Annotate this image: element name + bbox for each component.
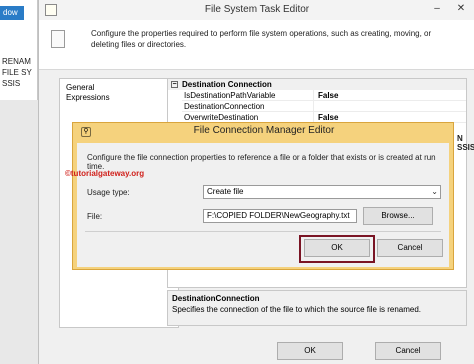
background-window: dow RENAM FILE SY SSIS (0, 0, 38, 364)
grid-category-label: Destination Connection (182, 80, 272, 89)
close-icon[interactable]: ✕ (453, 3, 469, 14)
ssis-line: SSIS (2, 79, 21, 88)
background-tab[interactable]: dow (0, 6, 24, 20)
help-title: DestinationConnection (172, 294, 260, 303)
grid-row[interactable]: DestinationConnection (182, 101, 466, 112)
property-name: IsDestinationPathVariable (182, 90, 314, 101)
document-icon (51, 30, 65, 48)
ssis-line: FILE SY (2, 68, 32, 77)
background-ssis-text: RENAM FILE SY SSIS (2, 56, 32, 89)
file-path-input[interactable]: F:\COPIED FOLDER\NewGeography.txt (203, 209, 357, 223)
editor-ok-button[interactable]: OK (277, 342, 343, 360)
help-panel: DestinationConnection Specifies the conn… (167, 290, 467, 326)
background-panel (0, 100, 38, 364)
nav-item-general[interactable]: General (66, 83, 94, 92)
property-name: DestinationConnection (182, 101, 314, 112)
editor-header: Configure the properties required to per… (39, 20, 474, 70)
dialog-ok-button[interactable]: OK (304, 239, 370, 257)
property-value: False (318, 91, 339, 100)
dialog-cancel-button[interactable]: Cancel (377, 239, 443, 257)
dialog-body: Configure the file connection properties… (65, 143, 449, 267)
partial-label: N SSIS (457, 134, 474, 152)
usage-type-select[interactable]: Create file ⌄ (203, 185, 441, 199)
collapse-icon[interactable]: − (171, 81, 178, 88)
window-title: File System Task Editor (204, 4, 310, 15)
dialog-title: File Connection Manager Editor (193, 125, 335, 136)
grid-row[interactable]: IsDestinationPathVariable False (182, 90, 466, 101)
watermark: ©tutorialgateway.org (65, 169, 145, 178)
title-bar: File System Task Editor – ✕ (39, 0, 474, 20)
grid-category[interactable]: − Destination Connection (168, 79, 466, 90)
browse-button[interactable]: Browse... (363, 207, 433, 225)
file-label: File: (87, 212, 103, 221)
divider (85, 231, 441, 232)
file-connection-manager-dialog: ⚲ File Connection Manager Editor Configu… (65, 122, 454, 270)
ssis-line: RENAM (2, 57, 31, 66)
help-text: Specifies the connection of the file to … (172, 305, 422, 314)
minimize-icon[interactable]: – (429, 3, 445, 14)
nav-item-expressions[interactable]: Expressions (66, 93, 110, 102)
usage-type-label: Usage type: (87, 188, 130, 197)
editor-description: Configure the properties required to per… (91, 29, 432, 49)
usage-type-value: Create file (207, 187, 244, 196)
chevron-down-icon[interactable]: ⌄ (431, 186, 438, 198)
editor-cancel-button[interactable]: Cancel (375, 342, 441, 360)
